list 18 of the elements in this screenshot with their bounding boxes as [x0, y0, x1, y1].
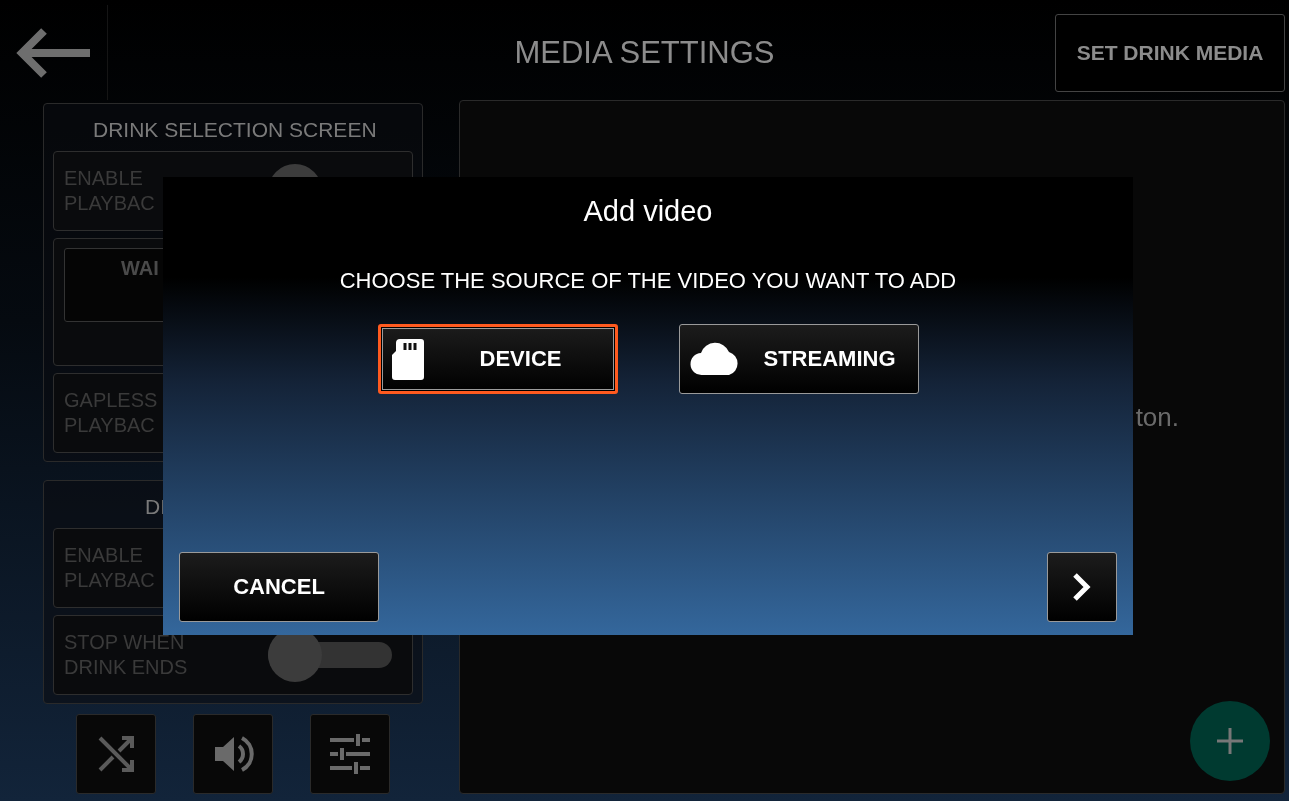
volume-button[interactable] [193, 714, 273, 794]
dialog-title: Add video [583, 195, 713, 228]
cancel-button[interactable]: CANCEL [179, 552, 379, 622]
memory-card-icon [390, 338, 425, 380]
shuffle-button[interactable] [75, 714, 156, 794]
device-source-button[interactable]: DEVICE [377, 324, 618, 394]
settings-button[interactable] [310, 714, 391, 794]
dialog-prompt: CHOOSE THE SOURCE OF THE VIDEO YOU WANT TO ADD [339, 268, 957, 294]
set-drink-media-button[interactable]: SET DRINK MEDIA [1055, 13, 1285, 92]
chevron-right-icon [1072, 572, 1092, 602]
streaming-source-button[interactable]: STREAMING [678, 324, 919, 394]
page-title: MEDIA SETTINGS [514, 34, 775, 71]
cloud-icon [689, 342, 740, 376]
back-arrow-icon[interactable] [15, 26, 92, 79]
empty-hint: ton. [1135, 401, 1179, 433]
plus-icon [1216, 727, 1244, 755]
next-button[interactable] [1047, 552, 1117, 622]
section-title: DRINK SELECTION SCREEN [92, 117, 378, 143]
